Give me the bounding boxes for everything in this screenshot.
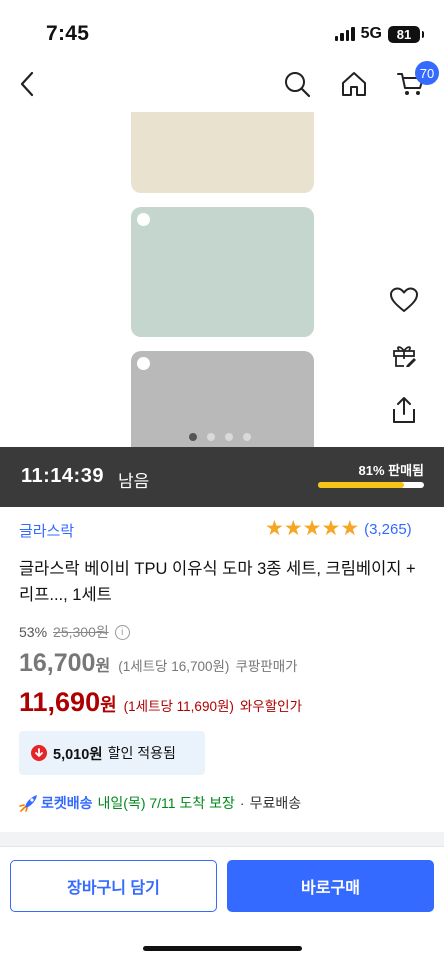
sold-percent-label: 81% 판매됨 [358,463,424,478]
rocket-icon [19,794,39,812]
battery-level: 81 [396,26,412,42]
review-count[interactable]: (3,265) [364,521,412,538]
star-icon: ★ [265,517,284,540]
original-price: 25,300원 [53,624,109,640]
heart-icon[interactable] [387,283,421,317]
home-icon[interactable] [336,66,372,102]
down-arrow-icon [31,745,47,761]
discount-line: 53% 25,300원 i [19,622,130,642]
delivery-separator: · [239,795,245,811]
rating-stars: ★ ★ ★ ★ ★ [265,518,359,540]
star-icon: ★ [321,517,341,540]
sale-price-tag: 쿠팡판매가 [235,659,298,674]
coupang-price-line: 16,700 원 (1세트당 16,700원) 쿠팡판매가 [19,649,298,678]
rating[interactable]: ★ ★ ★ ★ ★ (3,265) [265,518,412,540]
rocket-delivery-label: 로켓배송 [41,795,93,811]
add-to-cart-button[interactable]: 장바구니 담기 [10,860,217,912]
status-time: 7:45 [46,22,90,45]
coupon-amount: 5,010원 [53,746,103,763]
top-nav [0,56,444,112]
sale-price-currency: 원 [95,658,111,675]
gallery-dot[interactable] [207,433,215,441]
bottom-action-bar: 장바구니 담기 바로구매 [0,846,444,961]
wow-price: 11,690 [19,687,101,717]
star-icon: ★ [340,517,360,540]
network-type: 5G [360,25,382,42]
deal-countdown: 11:14:39 [21,465,104,487]
product-image-leaf-board [131,207,314,337]
gallery-dot[interactable] [189,433,197,441]
star-icon: ★ [283,517,303,540]
wow-unit-price: (1세트당 11,690원) [123,699,234,714]
product-image-gallery[interactable] [0,112,444,447]
deal-countdown-suffix: 남음 [118,472,150,491]
wow-price-tag: 와우할인가 [239,699,302,714]
sold-progress-bar [318,482,424,488]
status-indicators: 5G 81 [334,25,424,43]
sale-price: 16,700 [19,649,96,677]
sale-unit-price: (1세트당 16,700원) [118,659,230,674]
product-image-cream-board [131,112,314,193]
section-divider [0,832,444,846]
search-icon[interactable] [279,66,315,102]
wow-price-line: 11,690 원 (1세트당 11,690원) 와우할인가 [19,687,302,718]
coupon-applied-badge[interactable]: 5,010원 할인 적용됨 [19,731,205,775]
cart-count-badge: 70 [415,61,439,85]
board-hole [137,357,150,370]
coupon-text: 할인 적용됨 [107,745,176,761]
product-title: 글라스락 베이비 TPU 이유식 도마 3종 세트, 크림베이지 + 리프...… [19,560,416,604]
gallery-pagination [189,433,251,441]
free-shipping: 무료배송 [249,795,302,811]
share-icon[interactable] [387,393,421,427]
status-bar: 7:45 5G 81 [0,0,444,56]
back-arrow-icon[interactable] [10,66,46,102]
buy-now-button[interactable]: 바로구매 [227,860,434,912]
board-hole [137,213,150,226]
wow-price-currency: 원 [100,695,117,715]
home-indicator [143,946,302,951]
battery-icon: 81 [388,25,424,43]
deal-timer-bar: 11:14:39 남음 81% 판매됨 [0,447,444,507]
brand-link[interactable]: 글라스락 [19,520,74,541]
gift-icon[interactable] [387,338,421,372]
sold-progress-fill [318,482,404,488]
info-icon[interactable]: i [114,624,130,640]
gallery-dot[interactable] [243,433,251,441]
arrival-guarantee: 내일(목) 7/11 도착 보장 [97,795,235,811]
signal-icon [334,27,355,41]
discount-rate: 53% [19,624,48,640]
delivery-info: 로켓배송 내일(목) 7/11 도착 보장 · 무료배송 [19,793,301,813]
gallery-dot[interactable] [225,433,233,441]
star-icon: ★ [302,517,322,540]
